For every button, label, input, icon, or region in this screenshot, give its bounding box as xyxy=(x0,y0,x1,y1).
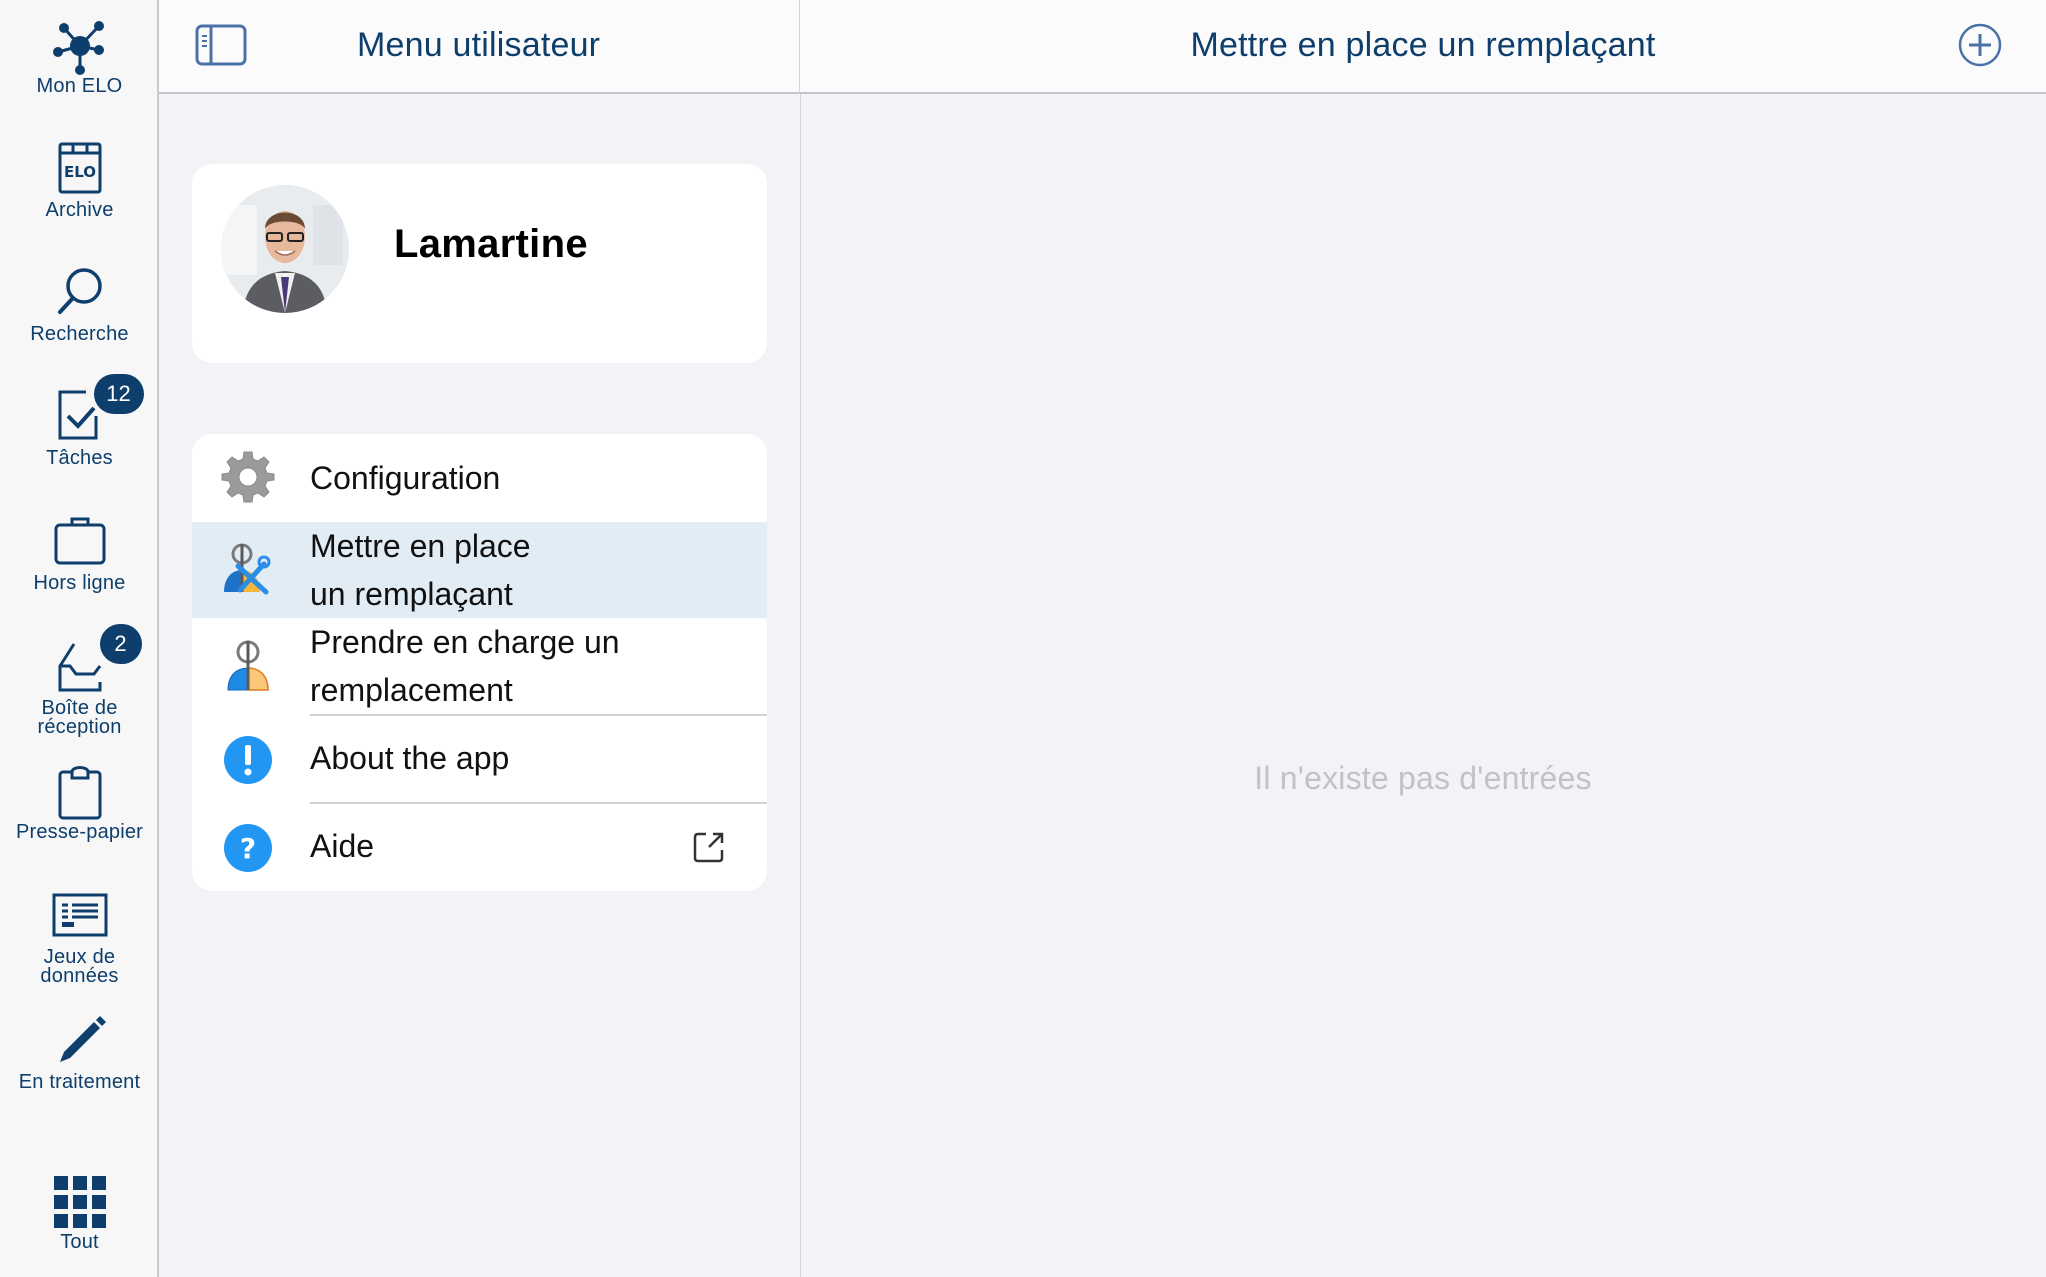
menu-item-aide[interactable]: ? Aide xyxy=(192,804,767,891)
page-title: Mettre en place un remplaçant xyxy=(1190,26,1656,64)
nav-item-recherche[interactable]: Recherche xyxy=(0,262,159,345)
nav-label: En traitement xyxy=(18,1071,141,1093)
user-menu-panel: Lamartine Configuration Mettre en place … xyxy=(159,94,801,1277)
user-menu-title: Menu utilisateur xyxy=(357,26,601,64)
menu-item-configuration[interactable]: Configuration xyxy=(192,434,767,522)
network-hub-icon xyxy=(48,14,112,78)
svg-text:ELO: ELO xyxy=(63,163,95,181)
menu-item-label-line1: Mettre en place xyxy=(310,528,531,564)
task-check-icon: 12 xyxy=(48,374,144,450)
menu-item-label-line2: un remplaçant xyxy=(310,576,513,612)
empty-state-message: Il n'existe pas d'entrées xyxy=(1254,760,1592,796)
menu-item-label-line1: Prendre en charge un xyxy=(310,624,620,660)
nav-label: Tâches xyxy=(46,447,113,469)
profile-name: Lamartine xyxy=(394,222,588,266)
search-icon xyxy=(48,262,112,326)
menu-item-label: Aide xyxy=(310,828,375,864)
nav-label: Recherche xyxy=(30,323,129,345)
nav-item-jeux-de-donnees[interactable]: Jeux de données xyxy=(0,885,159,987)
nav-item-boite-de-reception[interactable]: 2 Boîte de réception xyxy=(0,624,159,738)
elo-archive-icon: ELO xyxy=(48,138,112,202)
substitute-header: Mettre en place un remplaçant xyxy=(800,0,2046,94)
nav-item-presse-papier[interactable]: Presse-papier xyxy=(0,760,159,843)
menu-item-about-the-app[interactable]: About the app xyxy=(192,716,767,803)
pencil-icon xyxy=(48,1010,112,1074)
grid-apps-icon xyxy=(48,1170,112,1234)
nav-label: Hors ligne xyxy=(33,572,126,594)
external-link-icon xyxy=(692,830,726,869)
menu-item-label: Configuration xyxy=(310,460,501,496)
nav-item-mon-elo[interactable]: Mon ELO xyxy=(0,14,159,97)
menu-item-label: About the app xyxy=(310,740,510,776)
briefcase-icon xyxy=(48,511,112,575)
sidebar-toggle-icon xyxy=(195,24,247,72)
nav-label: Mon ELO xyxy=(36,75,123,97)
clipboard-icon xyxy=(48,760,112,824)
tasks-count-badge: 12 xyxy=(93,374,144,414)
nav-item-archive[interactable]: ELO Archive xyxy=(0,138,159,221)
substitute-setup-icon xyxy=(220,542,276,598)
nav-item-taches[interactable]: 12 Tâches xyxy=(0,374,159,469)
menu-item-label-line2: remplacement xyxy=(310,672,513,708)
nav-label: Archive xyxy=(45,199,114,221)
dataset-list-icon xyxy=(48,885,112,949)
user-menu-list: Configuration Mettre en place un remplaç… xyxy=(192,434,767,891)
nav-label: Presse-papier xyxy=(15,821,144,843)
nav-label-line2: données xyxy=(40,965,119,987)
inbox-count-badge: 2 xyxy=(99,624,142,664)
substitute-takeover-icon xyxy=(220,638,276,694)
gear-icon xyxy=(220,448,276,504)
add-circle-icon xyxy=(1957,23,2003,72)
nav-label: Tout xyxy=(60,1231,99,1253)
info-exclamation-icon xyxy=(220,732,276,788)
main-navigation: Mon ELO ELO Archive Recherche 12 Tâches xyxy=(0,0,159,1277)
nav-item-tout[interactable]: Tout xyxy=(0,1170,159,1253)
svg-text:?: ? xyxy=(240,832,256,865)
help-question-icon: ? xyxy=(220,820,276,876)
sidebar-toggle-button[interactable] xyxy=(195,22,247,73)
nav-item-en-traitement[interactable]: En traitement xyxy=(0,1010,159,1093)
avatar xyxy=(221,185,349,313)
inbox-tray-icon: 2 xyxy=(48,624,142,700)
profile-card[interactable]: Lamartine xyxy=(192,164,767,363)
user-menu-header: Menu utilisateur xyxy=(159,0,800,94)
nav-item-hors-ligne[interactable]: Hors ligne xyxy=(0,511,159,594)
add-substitute-button[interactable] xyxy=(1957,22,2003,73)
menu-item-take-over-substitution[interactable]: Prendre en charge un remplacement xyxy=(192,618,767,715)
menu-item-set-up-substitute[interactable]: Mettre en place un remplaçant xyxy=(192,522,767,618)
nav-label-line2: réception xyxy=(37,716,122,738)
